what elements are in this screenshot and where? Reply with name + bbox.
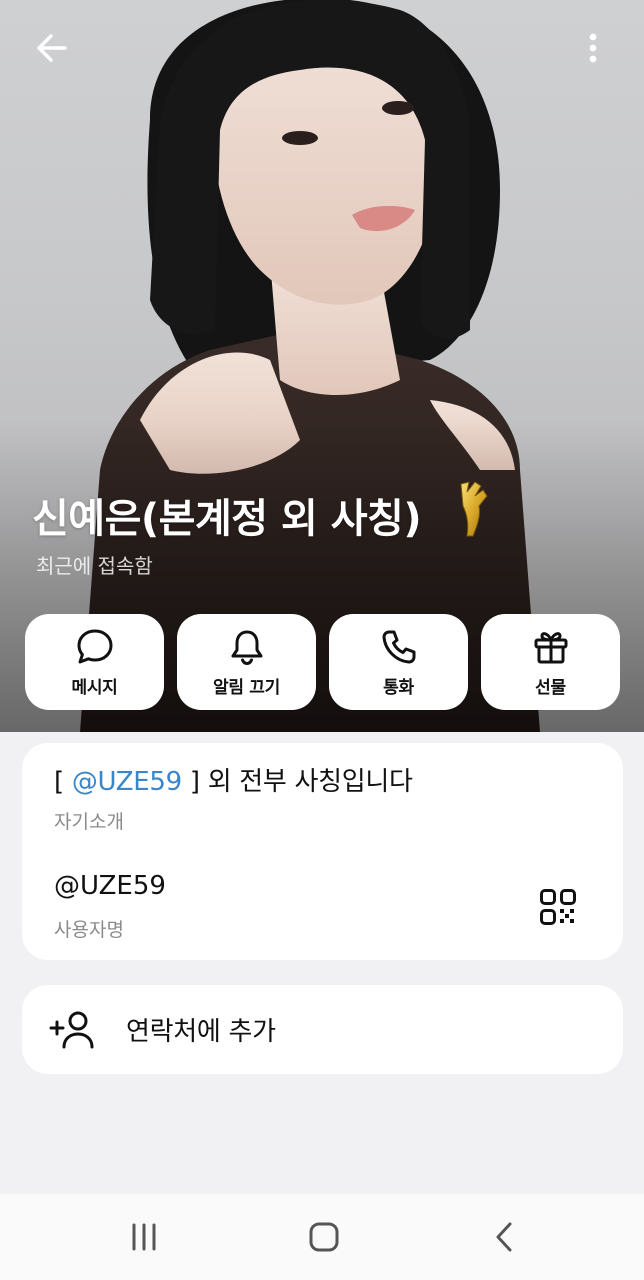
bio-suffix: ] 외 전부 사칭입니다	[181, 767, 413, 797]
bell-icon	[227, 627, 267, 667]
recents-icon	[132, 1223, 156, 1251]
profile-photo[interactable]: 신예은(본계정 외 사칭) 최근에 접속함 메시지 알림 끄기 통화 선물	[0, 0, 644, 732]
home-button[interactable]	[294, 1212, 354, 1262]
back-button[interactable]	[26, 26, 78, 70]
username-value[interactable]: @UZE59	[54, 871, 166, 901]
last-seen-status: 최근에 접속함	[36, 554, 153, 578]
message-button[interactable]: 메시지	[25, 614, 164, 710]
bio-mention-link[interactable]: @UZE59	[72, 767, 182, 797]
username-label: 사용자명	[54, 919, 124, 941]
premium-badge-icon[interactable]	[455, 478, 491, 540]
mute-button[interactable]: 알림 끄기	[177, 614, 316, 710]
recents-button[interactable]	[114, 1212, 174, 1262]
add-user-icon	[48, 1007, 96, 1053]
back-chevron-icon	[496, 1222, 512, 1252]
add-contact-button[interactable]: 연락처에 추가	[22, 985, 623, 1074]
add-contact-label: 연락처에 추가	[126, 1017, 276, 1047]
more-vertical-icon	[589, 33, 597, 63]
chat-bubble-icon	[75, 627, 115, 667]
gift-button[interactable]: 선물	[481, 614, 620, 710]
system-back-button[interactable]	[474, 1212, 534, 1262]
gift-icon	[531, 627, 571, 667]
call-button-label: 통화	[383, 677, 414, 698]
phone-icon	[379, 627, 419, 667]
qr-code-button[interactable]	[534, 883, 582, 931]
profile-name: 신예은(본계정 외 사칭)	[32, 496, 422, 542]
more-options-button[interactable]	[570, 26, 616, 70]
gift-button-label: 선물	[535, 677, 566, 698]
system-navigation-bar	[0, 1194, 644, 1280]
mute-button-label: 알림 끄기	[213, 677, 280, 698]
home-icon	[309, 1222, 339, 1252]
arrow-left-icon	[37, 34, 67, 62]
profile-actions: 메시지 알림 끄기 통화 선물	[25, 614, 620, 710]
qr-code-icon	[540, 889, 576, 925]
profile-info-card: [ @UZE59 ] 외 전부 사칭입니다 자기소개 @UZE59 사용자명	[22, 743, 623, 960]
bio-prefix: [	[54, 767, 72, 797]
message-button-label: 메시지	[71, 677, 118, 698]
bio-text: [ @UZE59 ] 외 전부 사칭입니다	[54, 761, 413, 798]
bio-label: 자기소개	[54, 811, 124, 833]
call-button[interactable]: 통화	[329, 614, 468, 710]
